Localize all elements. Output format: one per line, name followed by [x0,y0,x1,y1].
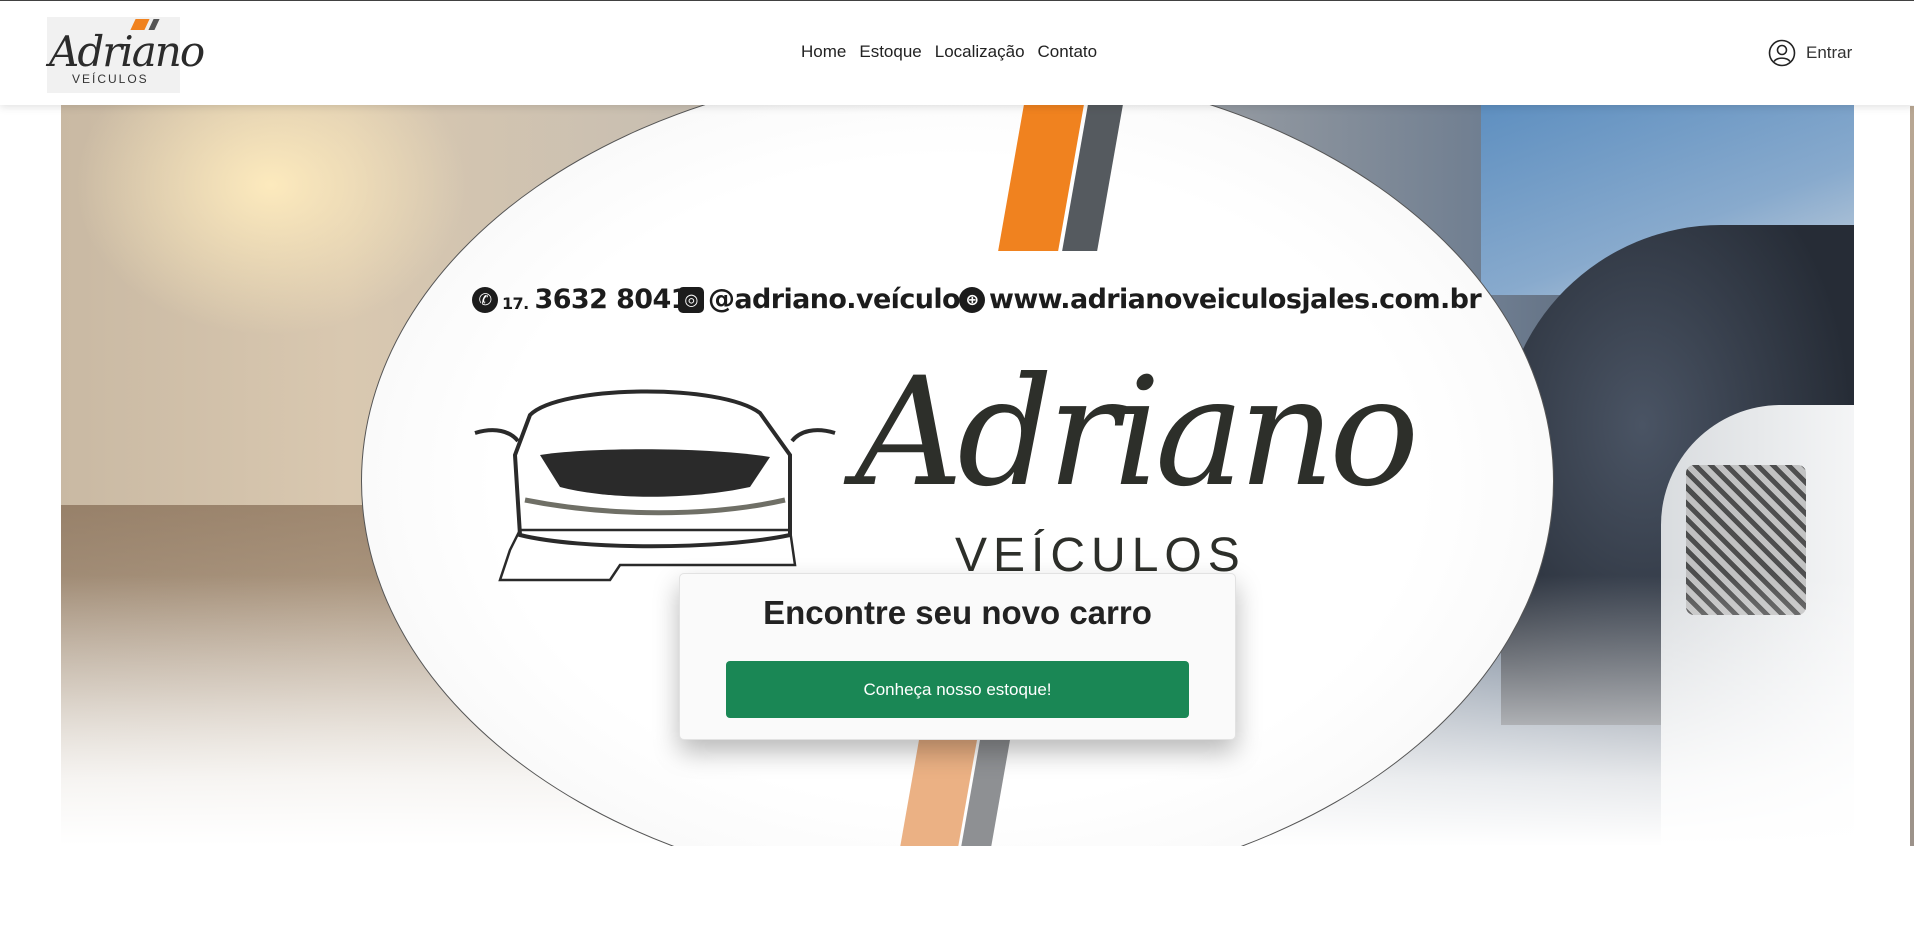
phone-prefix: 17. [502,294,529,313]
phone-number: 3632 8041 [534,284,690,315]
instagram-icon: ◎ [678,286,704,313]
cta-card: Encontre seu novo carro Conheça nosso es… [679,573,1236,740]
cta-title: Encontre seu novo carro [763,594,1152,631]
logo-subtitle: VEÍCULOS [72,72,149,86]
nav-localizacao[interactable]: Localização [935,42,1025,62]
login-button[interactable]: Entrar [1768,39,1852,67]
navbar: Adriano VEÍCULOS Home Estoque Localizaçã… [0,1,1914,105]
nav-home[interactable]: Home [801,42,846,62]
nav-contato[interactable]: Contato [1038,42,1098,62]
website-url: www.adrianoveiculosjales.com.br [989,284,1482,315]
banner-brand-script: Adriano [855,346,1419,520]
page-edge-accent [1910,106,1914,846]
banner-website: ⊕ www.adrianoveiculosjales.com.br [959,284,1482,315]
nav-estoque[interactable]: Estoque [859,42,921,62]
brand-logo[interactable]: Adriano VEÍCULOS [47,17,205,93]
car-front-illustration [474,389,836,582]
login-label: Entrar [1806,43,1853,62]
banner-instagram: ◎ @adriano.veículos [678,284,976,315]
instagram-handle: @adriano.veículos [708,284,976,315]
logo-script: Adriano [49,27,205,76]
view-inventory-button[interactable]: Conheça nosso estoque! [726,661,1189,718]
banner-contacts: ✆ 17. 3632 8041 ◎ @adriano.veículos ⊕ ww… [472,284,1482,320]
user-circle-icon [1768,39,1796,67]
whatsapp-icon: ✆ [472,286,498,313]
main-nav: Home Estoque Localização Contato [801,42,1097,62]
globe-icon: ⊕ [959,286,985,313]
banner-phone: ✆ 17. 3632 8041 [472,284,689,315]
